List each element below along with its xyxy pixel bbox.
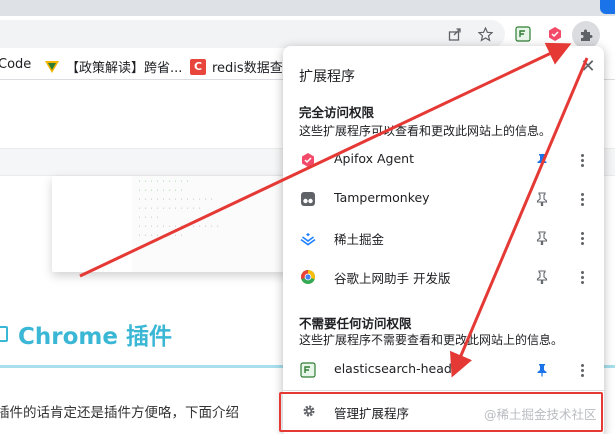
bookmark-label: Code xyxy=(0,57,32,72)
more-vert-icon[interactable] xyxy=(573,190,591,208)
browser-toolbar xyxy=(0,16,615,50)
bookmark-favicon-icon: C xyxy=(190,58,206,75)
extension-name: elasticsearch-head xyxy=(334,361,452,376)
paragraph: 插件的话肯定还是插件方便咯，下面介绍 xyxy=(0,405,239,421)
extension-row-juejin[interactable]: 稀土掘金 xyxy=(283,220,604,256)
browser-tab-strip xyxy=(0,0,615,16)
extensions-popup: 扩展程序 ✕ 完全访问权限 这些扩展程序可以查看和更改此网站上的信息。 Apif… xyxy=(283,46,604,434)
heading-bullet-icon xyxy=(0,326,8,342)
extension-name: Tampermonkey xyxy=(334,190,430,205)
more-vert-icon[interactable] xyxy=(573,361,591,379)
star-icon[interactable] xyxy=(474,23,496,45)
embedded-screenshot-code: · · · · · · · · · · · · · · · · · · · · … xyxy=(132,176,287,272)
annotation-highlight-box xyxy=(279,392,603,432)
no-access-desc: 这些扩展程序不需要查看和更改此网站上的信息。 xyxy=(299,333,564,347)
extension-apifox-icon[interactable] xyxy=(544,23,566,45)
tampermonkey-icon xyxy=(299,190,317,208)
extension-name: 谷歌上网助手 开发版 xyxy=(334,271,451,286)
more-vert-icon[interactable] xyxy=(573,229,591,247)
extension-row-apifox[interactable]: Apifox Agent xyxy=(283,142,604,178)
profile-badge-icon[interactable] xyxy=(600,0,615,14)
section-heading: Chrome 插件 xyxy=(0,317,172,351)
embedded-screenshot: · · · · · · · · · · · · · · · · · · · · … xyxy=(52,176,287,272)
pin-icon[interactable] xyxy=(533,151,551,169)
extension-row-google-helper[interactable]: 谷歌上网助手 开发版 xyxy=(283,259,604,295)
pin-icon[interactable] xyxy=(533,190,551,208)
puzzle-icon xyxy=(581,29,593,41)
no-access-title: 不需要任何访问权限 xyxy=(299,316,412,331)
apifox-icon xyxy=(299,151,317,169)
popup-title: 扩展程序 xyxy=(299,69,355,85)
bookmark-code[interactable]: Code xyxy=(0,57,31,72)
extension-row-elasticsearch-head[interactable]: elasticsearch-head xyxy=(283,352,604,388)
extension-name: 稀土掘金 xyxy=(334,232,385,247)
extension-row-tampermonkey[interactable]: Tampermonkey xyxy=(283,181,604,217)
full-access-title: 完全访问权限 xyxy=(299,105,375,120)
address-bar[interactable] xyxy=(0,20,505,48)
more-vert-icon[interactable] xyxy=(573,268,591,286)
full-access-desc: 这些扩展程序可以查看和更改此网站上的信息。 xyxy=(299,124,552,138)
elasticsearch-head-icon xyxy=(299,361,317,379)
extension-elasticsearch-icon[interactable] xyxy=(512,23,534,45)
close-icon[interactable]: ✕ xyxy=(578,56,598,77)
bookmark-policy[interactable]: 【政策解读】跨省... xyxy=(44,57,182,76)
pin-icon[interactable] xyxy=(533,229,551,247)
google-helper-icon xyxy=(299,268,317,286)
bookmark-redis[interactable]: C redis数据查看 xyxy=(190,57,296,76)
more-vert-icon[interactable] xyxy=(573,151,591,169)
extension-name: Apifox Agent xyxy=(334,151,414,166)
bookmark-favicon-icon xyxy=(44,59,60,75)
juejin-icon xyxy=(299,229,317,247)
extensions-button[interactable] xyxy=(572,21,600,49)
bookmark-label: 【政策解读】跨省... xyxy=(66,61,183,76)
share-icon[interactable] xyxy=(444,23,466,45)
section-heading-text: Chrome 插件 xyxy=(18,324,172,350)
pin-icon[interactable] xyxy=(533,268,551,286)
popup-divider xyxy=(283,390,604,391)
pin-icon[interactable] xyxy=(533,361,551,379)
